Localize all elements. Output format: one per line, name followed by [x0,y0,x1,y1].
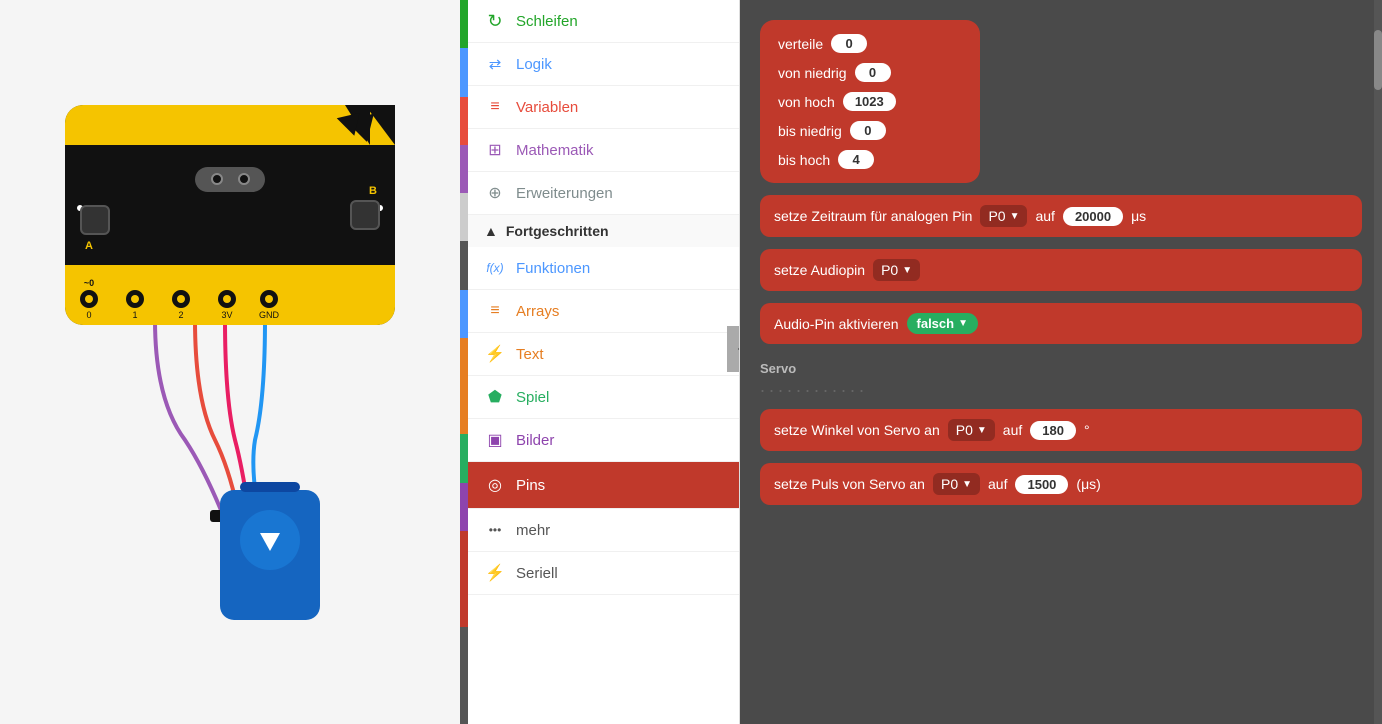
servo-pulse-value[interactable]: 1500 [1015,475,1068,494]
analog-pin-value[interactable]: 20000 [1063,207,1123,226]
simulator-panel: B A ~0 0 [0,0,460,724]
distribute-row-von-niedrig: von niedrig 0 [778,63,962,82]
bilder-icon: ▣ [484,429,506,451]
battery-connector [240,482,300,492]
menu-item-schleifen[interactable]: ↻ Schleifen [468,0,739,43]
distribute-value-0[interactable]: 0 [831,34,867,53]
analog-pin-dropdown[interactable]: P0 ▼ [980,205,1027,227]
left-color-bars [460,0,468,724]
spiel-icon: ⬟ [484,386,506,408]
distribute-row-von-hoch: von hoch 1023 [778,92,962,111]
eye-left [211,173,223,185]
microbit-board: B A ~0 0 [65,105,395,325]
menu-item-arrays[interactable]: ≡ Arrays [468,290,739,333]
battery-device [170,500,320,620]
code-panel: verteile 0 von niedrig 0 von hoch 1023 b… [740,0,1382,724]
pin-2[interactable] [172,290,190,308]
menu-item-pins[interactable]: ◎ Pins [468,462,739,509]
menu-item-logik[interactable]: ⇄ Logik [468,43,739,86]
pin-0[interactable] [80,290,98,308]
button-a[interactable] [80,205,110,235]
menu-item-mehr[interactable]: ••• mehr [468,509,739,552]
scrollbar-track [1374,0,1382,724]
audio-activate-dropdown[interactable]: falsch ▼ [907,313,978,334]
mehr-icon: ••• [484,519,506,541]
menu-item-variablen[interactable]: ≡ Variablen [468,86,739,129]
audio-activate-block: Audio-Pin aktivieren falsch ▼ [760,303,1362,344]
microbit-bottom-strip: ~0 0 1 2 3V GND [65,265,395,325]
audio-pin-dropdown[interactable]: P0 ▼ [873,259,920,281]
arrays-icon: ≡ [484,300,506,322]
pin-3v[interactable] [218,290,236,308]
funktionen-icon: f(x) [484,257,506,279]
servo-angle-pin-arrow-icon: ▼ [977,425,987,436]
audio-pin-arrow-icon: ▼ [902,265,912,276]
menu-item-bilder[interactable]: ▣ Bilder [468,419,739,462]
servo-angle-pin-dropdown[interactable]: P0 ▼ [948,419,995,441]
bis-hoch-value[interactable]: 4 [838,150,874,169]
servo-angle-value[interactable]: 180 [1030,421,1076,440]
pin-1[interactable] [126,290,144,308]
microbit-container: B A ~0 0 [65,105,395,620]
distribute-row-bis-niedrig: bis niedrig 0 [778,121,962,140]
von-hoch-value[interactable]: 1023 [843,92,896,111]
scrollbar-thumb[interactable] [1374,30,1382,90]
schleifen-icon: ↻ [484,10,506,32]
mathematik-icon: ⊞ [484,139,506,161]
menu-item-text[interactable]: ⚡ Text [468,333,739,376]
menu-item-mathematik[interactable]: ⊞ Mathematik [468,129,739,172]
eye-right [238,173,250,185]
servo-dots: ............ [760,376,1362,397]
menu-item-funktionen[interactable]: f(x) Funktionen [468,247,739,290]
pin-gnd[interactable] [260,290,278,308]
distribute-block-container: verteile 0 von niedrig 0 von hoch 1023 b… [760,20,1362,183]
variablen-icon: ≡ [484,96,506,118]
servo-pulse-pin-dropdown[interactable]: P0 ▼ [933,473,980,495]
erweiterungen-icon: ⊕ [484,182,506,204]
distribute-row-main: verteile 0 [778,34,962,53]
servo-angle-block: setze Winkel von Servo an P0 ▼ auf 180 ° [760,409,1362,451]
menu-list: ↻ Schleifen ⇄ Logik ≡ Variablen ⊞ Mathem… [460,0,739,595]
analog-pin-arrow-icon: ▼ [1010,211,1020,222]
label-a: A [85,240,93,252]
fortgeschritten-toggle[interactable]: ▲ Fortgeschritten [468,215,739,247]
bis-niedrig-value[interactable]: 0 [850,121,886,140]
audio-activate-arrow-icon: ▼ [958,318,968,329]
distribute-row-bis-hoch: bis hoch 4 [778,150,962,169]
servo-label: Servo [760,361,1362,376]
distribute-block: verteile 0 von niedrig 0 von hoch 1023 b… [760,20,980,183]
menu-item-erweiterungen[interactable]: ⊕ Erweiterungen [468,172,739,215]
text-icon: ⚡ [484,343,506,365]
servo-pulse-pin-arrow-icon: ▼ [962,479,972,490]
servo-pulse-block: setze Puls von Servo an P0 ▼ auf 1500 (μ… [760,463,1362,505]
button-b[interactable] [350,200,380,230]
audio-pin-block: setze Audiopin P0 ▼ [760,249,1362,291]
microbit-display [195,167,265,192]
servo-section: Servo ............ [760,356,1362,397]
collapse-arrow-icon: ▲ [484,223,498,239]
label-b: B [369,185,377,197]
blocks-panel: ‹ ↻ Schleifen ⇄ Logik ≡ Variablen [460,0,740,724]
sidebar-toggle-button[interactable]: ‹ [727,326,740,372]
menu-item-spiel[interactable]: ⬟ Spiel [468,376,739,419]
von-niedrig-value[interactable]: 0 [855,63,891,82]
analog-pin-block: setze Zeitraum für analogen Pin P0 ▼ auf… [760,195,1362,237]
microbit-top-strip [65,105,395,145]
seriell-icon: ⚡ [484,562,506,584]
logik-icon: ⇄ [484,53,506,75]
pins-icon: ◎ [484,474,506,496]
menu-item-seriell[interactable]: ⚡ Seriell [468,552,739,595]
